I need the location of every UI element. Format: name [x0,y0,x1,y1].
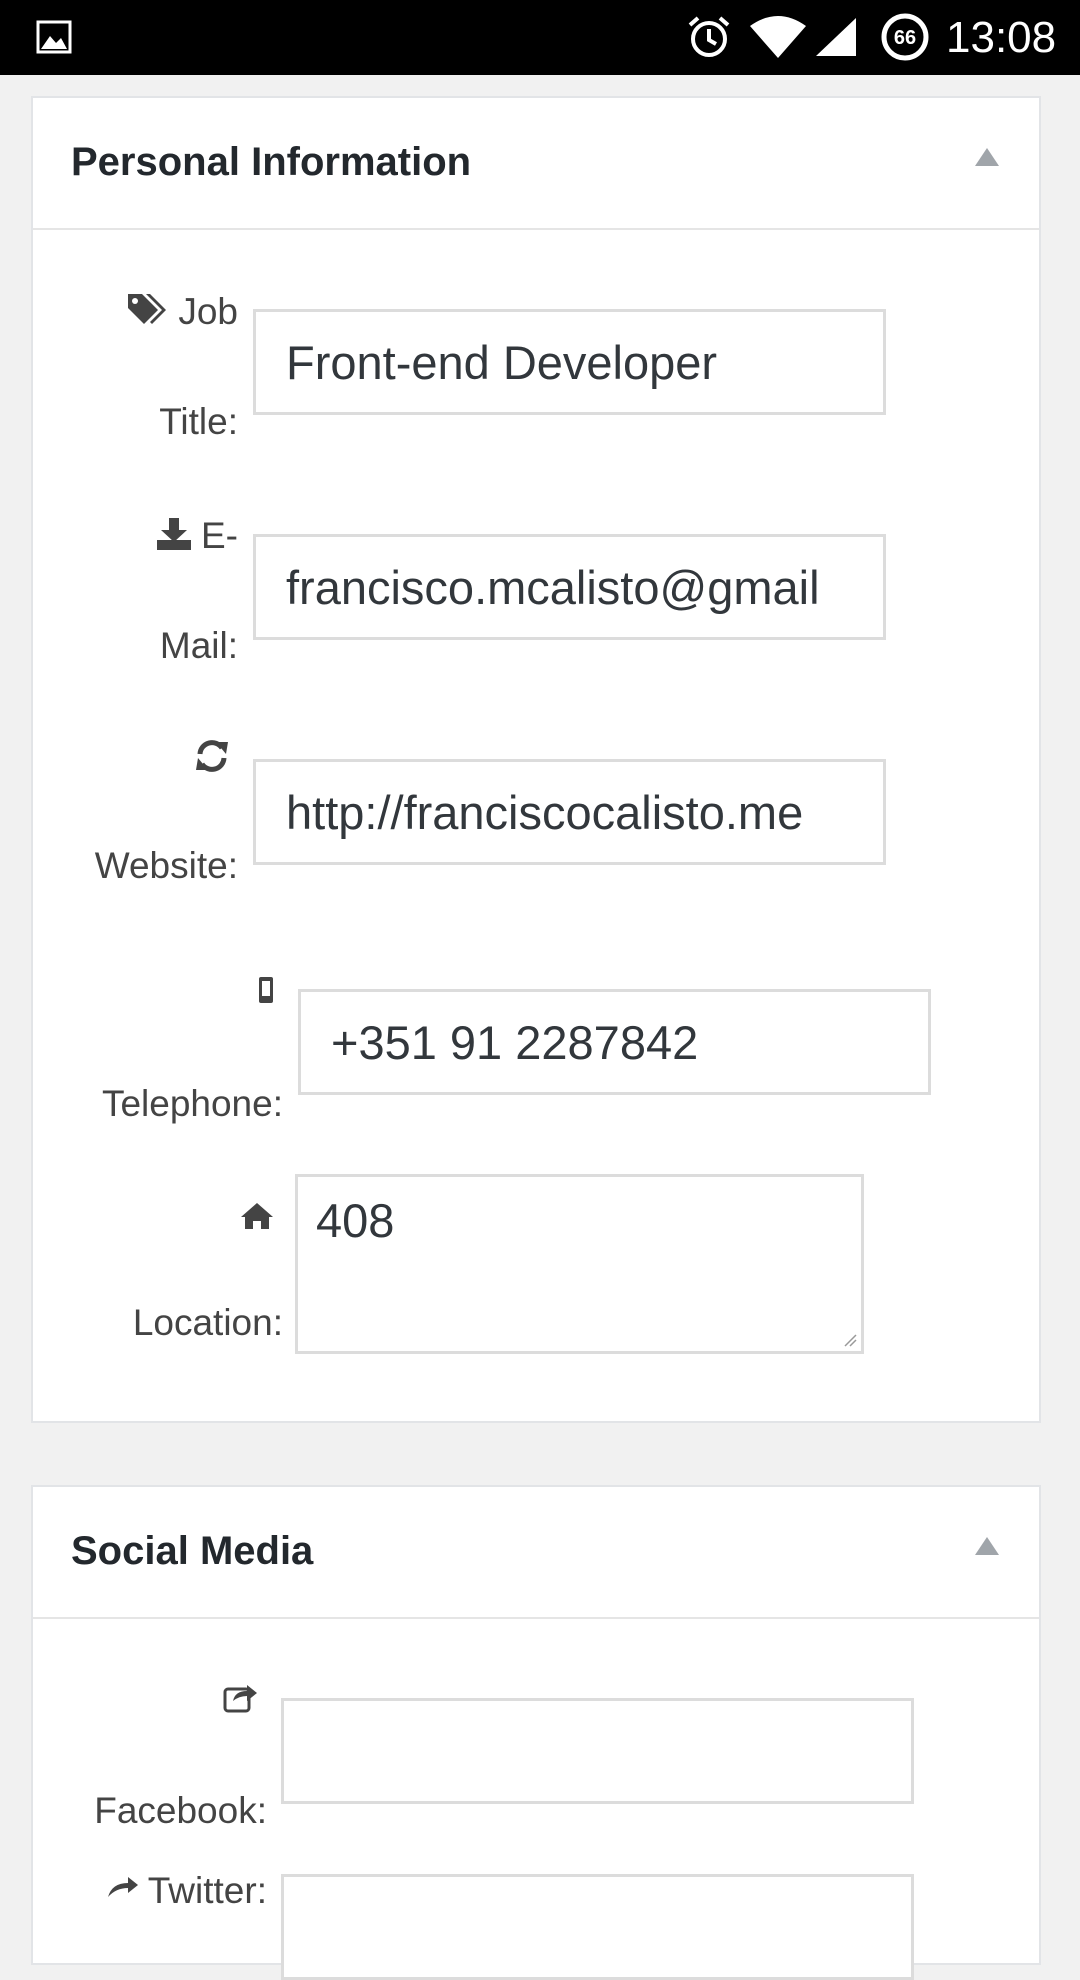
email-label-line1: E- [201,515,238,556]
job-title-input[interactable] [253,309,886,415]
status-time: 13:08 [946,13,1057,62]
gallery-icon [36,20,72,54]
personal-information-panel: Personal Information Job Title: E- Mail: [31,96,1041,1423]
refresh-icon [194,736,230,788]
job-title-label-line1: Job [178,291,238,332]
location-label: Location: [33,1191,283,1349]
svg-text:66: 66 [894,27,916,49]
twitter-label: Twitter: [33,1865,267,1919]
location-label-line2: Location: [132,1302,283,1344]
website-label-line2: Website: [94,845,238,887]
website-label: Website: [33,734,238,892]
signal-icon [816,18,856,56]
home-icon [239,1193,275,1245]
panel-title: Social Media [71,1529,314,1573]
location-textarea[interactable]: 408 [295,1174,864,1354]
facebook-input[interactable] [281,1698,914,1804]
job-title-label-line2: Title: [159,401,238,443]
mobile-icon [257,966,275,1018]
email-label-line2: Mail: [159,625,238,667]
telephone-label: Telephone: [33,964,283,1130]
email-input[interactable] [253,534,886,640]
collapse-toggle-button[interactable] [973,146,1001,168]
job-title-label: Job Title: [33,286,238,448]
twitter-label-text: Twitter: [147,1870,267,1911]
social-media-panel: Social Media Facebook: Twitter: [31,1485,1041,1980]
panel-header: Personal Information [33,98,1039,230]
location-value: 408 [316,1194,395,1247]
resize-grip-icon[interactable] [843,1333,857,1347]
telephone-label-line2: Telephone: [101,1083,283,1125]
battery-icon: 66 [881,13,929,61]
twitter-input[interactable] [281,1874,914,1980]
wifi-icon [750,16,806,58]
facebook-label: Facebook: [33,1673,267,1837]
facebook-label-line2: Facebook: [94,1790,267,1832]
status-bar: 66 13:08 [0,0,1080,75]
panel-title: Personal Information [71,140,472,184]
share-icon [223,1675,259,1727]
share-icon [104,1867,140,1919]
tags-icon [126,288,170,340]
alarm-icon [688,16,730,57]
telephone-input[interactable] [298,989,931,1095]
download-icon [155,512,193,564]
panel-header: Social Media [33,1487,1039,1619]
email-label: E- Mail: [33,510,238,672]
website-input[interactable] [253,759,886,865]
collapse-toggle-button[interactable] [973,1535,1001,1557]
